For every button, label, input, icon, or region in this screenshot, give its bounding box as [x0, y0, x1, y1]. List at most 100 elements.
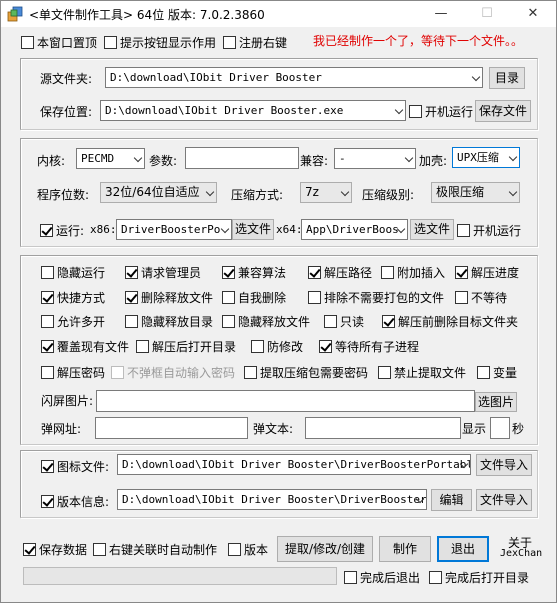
checkbox-box-checked: [40, 223, 53, 237]
opt-hide-release-file[interactable]: 隐藏释放文件: [222, 313, 310, 329]
opt-open-dir-after[interactable]: 解压后打开目录: [136, 338, 236, 354]
checkbox-box-checked: [455, 265, 468, 279]
popup-text-input[interactable]: [305, 417, 461, 439]
checkbox-box: [41, 265, 54, 279]
save-location-combo[interactable]: D:\download\IObit Driver Booster.exe: [100, 100, 406, 121]
checkbox-box: [457, 223, 470, 237]
opt-extract-progress[interactable]: 解压进度: [455, 264, 519, 280]
maximize-button[interactable]: ☐: [464, 1, 510, 27]
version-info-checkbox[interactable]: 版本信息:: [41, 493, 109, 509]
chevron-down-icon: [471, 72, 481, 82]
version-info-combo[interactable]: D:\download\IObit Driver Booster\DriverB…: [117, 489, 427, 510]
opt-wait-children[interactable]: 等待所有子进程: [319, 338, 419, 354]
checkbox-box: [409, 104, 422, 118]
opt-read-only[interactable]: 只读: [324, 313, 364, 329]
checkbox-box: [378, 365, 391, 379]
opt-variables[interactable]: 变量: [477, 364, 517, 380]
param-input[interactable]: [185, 147, 299, 169]
main-window: <单文件制作工具> 64位 版本: 7.0.2.3860 — ☐ ✕ 本窗口置顶…: [0, 0, 557, 603]
make-button[interactable]: 制作: [379, 536, 431, 562]
opt-allow-multi[interactable]: 允许多开: [41, 313, 105, 329]
chevron-down-icon: [205, 187, 215, 197]
icon-file-combo[interactable]: D:\download\IObit Driver Booster\DriverB…: [117, 454, 471, 475]
checkbox-box: [41, 314, 54, 328]
bits-label: 程序位数:: [37, 188, 90, 202]
auto-make-checkbox[interactable]: 右键关联时自动制作: [93, 541, 217, 557]
opt-extract-needs-password[interactable]: 提取压缩包需要密码: [244, 364, 368, 380]
shell-combo[interactable]: UPX压缩: [452, 147, 520, 168]
url-input[interactable]: [95, 417, 248, 439]
opt-forbid-extract[interactable]: 禁止提取文件: [378, 364, 466, 380]
checkbox-box: [324, 314, 337, 328]
opt-hide-run[interactable]: 隐藏运行: [41, 264, 105, 280]
x86-select-file-button[interactable]: 选文件: [232, 219, 274, 240]
seconds-label: 秒: [512, 422, 525, 436]
opt-exclude-files[interactable]: 排除不需要打包的文件: [308, 289, 444, 305]
compat-combo[interactable]: -: [334, 148, 416, 169]
opt-extract-path[interactable]: 解压路径: [308, 264, 372, 280]
checkbox-box-checked: [41, 339, 54, 353]
checkbox-box: [344, 570, 357, 584]
register-context-checkbox[interactable]: 注册右键: [223, 34, 287, 50]
bits-combo[interactable]: 32位/64位自适应: [100, 182, 217, 203]
seconds-input[interactable]: [490, 417, 510, 439]
opt-no-wait[interactable]: 不等待: [455, 289, 507, 305]
chevron-down-icon: [508, 152, 518, 162]
x64-combo[interactable]: App\DriverBoos: [301, 219, 408, 240]
x86-combo[interactable]: DriverBoosterPo: [116, 219, 232, 240]
run-checkbox[interactable]: 运行:: [40, 222, 84, 238]
opt-compat-algorithm[interactable]: 兼容算法: [222, 264, 286, 280]
opt-extract-password[interactable]: 解压密码: [41, 364, 105, 380]
save-autorun-checkbox[interactable]: 开机运行: [409, 103, 473, 119]
version-checkbox[interactable]: 版本: [228, 541, 268, 557]
run-autostart-checkbox[interactable]: 开机运行: [457, 222, 521, 238]
checkbox-box-checked: [308, 265, 321, 279]
show-hints-checkbox[interactable]: 提示按钮显示作用: [104, 34, 216, 50]
opt-shortcut[interactable]: 快捷方式: [41, 289, 105, 305]
kernel-label: 内核:: [37, 154, 66, 168]
icon-import-button[interactable]: 文件导入: [476, 454, 532, 476]
minimize-button[interactable]: —: [418, 1, 464, 27]
save-data-checkbox[interactable]: 保存数据: [23, 541, 87, 557]
pin-top-checkbox[interactable]: 本窗口置顶: [21, 34, 97, 50]
extract-modify-create-button[interactable]: 提取/修改/创建: [277, 536, 373, 562]
opt-self-delete[interactable]: 自我删除: [222, 289, 286, 305]
opt-delete-target-first[interactable]: 解压前删除目标文件夹: [382, 313, 518, 329]
checkbox-box-checked: [41, 459, 54, 473]
exit-button[interactable]: 退出: [437, 536, 489, 562]
opt-attach-insert[interactable]: 附加插入: [381, 264, 445, 280]
exit-after-checkbox[interactable]: 完成后退出: [344, 569, 420, 585]
save-file-button[interactable]: 保存文件: [475, 100, 531, 122]
edit-version-button[interactable]: 编辑: [431, 489, 472, 511]
checkbox-box-checked: [125, 265, 138, 279]
checkbox-box: [429, 570, 442, 584]
opt-delete-released[interactable]: 删除释放文件: [125, 289, 213, 305]
opt-request-admin[interactable]: 请求管理员: [125, 264, 201, 280]
url-label: 弹网址:: [41, 422, 82, 436]
checkbox-box-checked: [41, 290, 54, 304]
method-combo[interactable]: 7z: [300, 182, 352, 203]
progress-bar: [23, 567, 337, 585]
opt-auto-input-password[interactable]: 不弹框自动输入密码: [111, 364, 235, 380]
opt-anti-modify[interactable]: 防修改: [251, 338, 303, 354]
shell-label: 加壳:: [419, 154, 448, 168]
browse-dir-button[interactable]: 目录: [489, 67, 525, 89]
source-folder-combo[interactable]: D:\download\IObit Driver Booster: [105, 67, 483, 88]
select-image-button[interactable]: 选图片: [475, 392, 517, 412]
kernel-combo[interactable]: PECMD: [76, 148, 145, 169]
version-import-button[interactable]: 文件导入: [476, 489, 532, 511]
chevron-down-icon: [394, 105, 404, 115]
splash-input[interactable]: [96, 390, 475, 412]
level-combo[interactable]: 极限压缩: [431, 182, 520, 203]
opt-overwrite[interactable]: 覆盖现有文件: [41, 338, 129, 354]
opt-hide-release-dir[interactable]: 隐藏释放目录: [125, 313, 213, 329]
window-title: <单文件制作工具> 64位 版本: 7.0.2.3860: [29, 8, 265, 22]
level-label: 压缩级别:: [362, 188, 415, 202]
checkbox-box: [222, 290, 235, 304]
checkbox-box: [222, 314, 235, 328]
icon-file-checkbox[interactable]: 图标文件:: [41, 458, 109, 474]
close-button[interactable]: ✕: [510, 1, 556, 27]
open-after-checkbox[interactable]: 完成后打开目录: [429, 569, 529, 585]
checkbox-box-checked: [319, 339, 332, 353]
x64-select-file-button[interactable]: 选文件: [410, 219, 454, 240]
